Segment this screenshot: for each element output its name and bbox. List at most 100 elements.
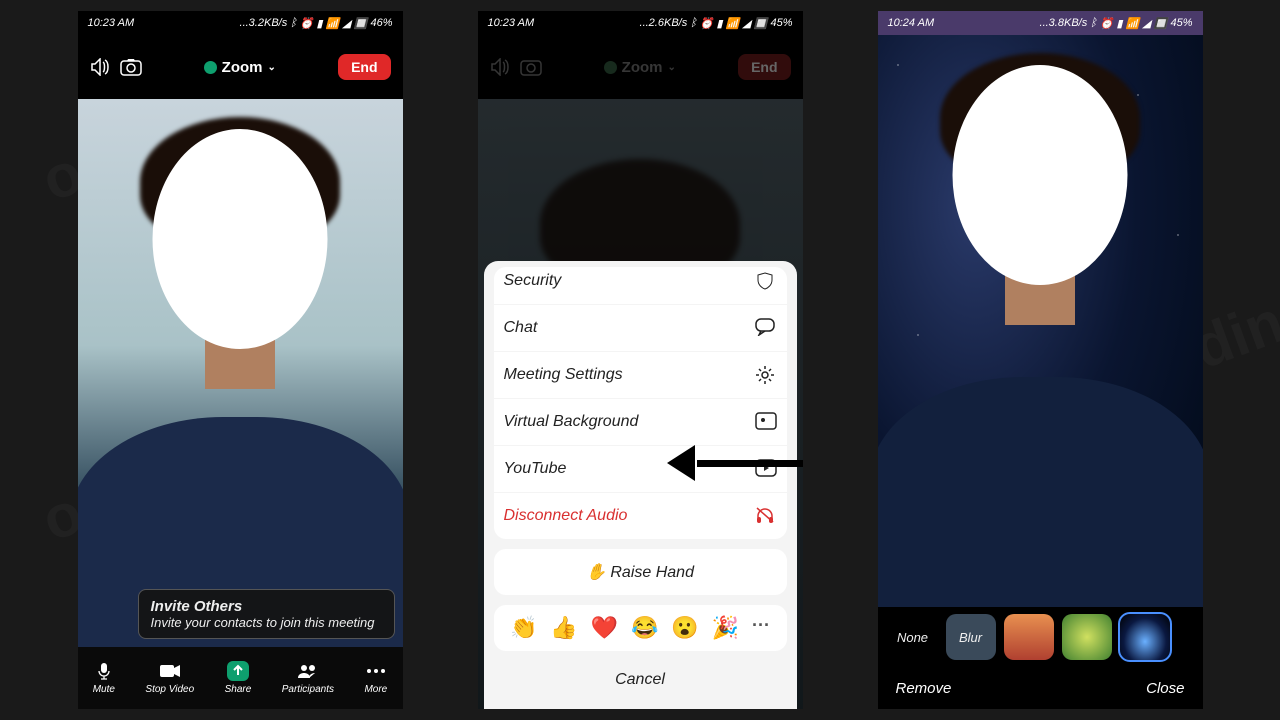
invite-title: Invite Others: [151, 598, 382, 615]
cancel-button[interactable]: Cancel: [494, 659, 787, 701]
remove-button[interactable]: Remove: [896, 680, 952, 697]
wifi-icon: ◢: [1142, 17, 1150, 30]
more-button[interactable]: More: [364, 661, 387, 695]
bg-option-blur[interactable]: Blur: [946, 614, 996, 660]
menu-youtube[interactable]: YouTube: [494, 446, 787, 492]
menu-virtual-background[interactable]: Virtual Background: [494, 399, 787, 445]
invite-tooltip[interactable]: Invite Others Invite your contacts to jo…: [138, 589, 395, 639]
network-speed: ...3.2KB/s: [240, 17, 288, 29]
meeting-toolbar: Mute Stop Video Share Participants More: [78, 647, 403, 709]
signal-icon: 📶: [726, 17, 740, 30]
shield-icon: [204, 61, 217, 74]
menu-meeting-settings[interactable]: Meeting Settings: [494, 352, 787, 398]
share-button[interactable]: Share: [225, 661, 252, 695]
wifi-icon: ◢: [742, 17, 750, 30]
screenshot-3: 10:24 AM ...3.8KB/s ᛒ ⏰ ▮ 📶 ◢ 🔲 45% None…: [878, 11, 1203, 709]
battery-percent: 45%: [770, 17, 792, 29]
chat-icon: [755, 318, 777, 338]
bg-option-grass[interactable]: [1062, 614, 1112, 660]
reactions-row: 👏 👍 ❤️ 😂 😮 🎉 ···: [494, 605, 787, 651]
clock: 10:23 AM: [88, 17, 135, 29]
camera-switch-icon: [520, 58, 542, 76]
chevron-down-icon: ⌄: [668, 62, 676, 73]
youtube-icon: [755, 459, 777, 479]
camera-switch-icon[interactable]: [120, 58, 142, 76]
participants-button[interactable]: Participants: [282, 661, 334, 695]
face-redaction: [153, 129, 328, 349]
background-footer: Remove Close: [878, 667, 1203, 709]
wifi-icon: ◢: [342, 17, 350, 30]
shield-check-icon: [755, 271, 777, 291]
battery-icon: 🔲: [1154, 17, 1168, 30]
more-actions-sheet: Security Chat Meeting Settings Virtual B…: [484, 261, 797, 709]
raise-hand-button[interactable]: ✋ Raise Hand: [494, 549, 787, 595]
reaction-clap[interactable]: 👏: [510, 615, 537, 641]
network-speed: ...2.6KB/s: [640, 17, 688, 29]
bg-option-earth[interactable]: [1120, 614, 1170, 660]
screenshot-1: 10:23 AM ...3.2KB/s ᛒ ⏰ ▮ 📶 ◢ 🔲 46% Zoom…: [78, 11, 403, 709]
clock: 10:23 AM: [488, 17, 535, 29]
reaction-laugh[interactable]: 😂: [631, 615, 658, 641]
bluetooth-icon: ᛒ: [290, 17, 297, 29]
speaker-icon[interactable]: [90, 58, 110, 76]
bluetooth-icon: ᛒ: [1090, 17, 1097, 29]
network-speed: ...3.8KB/s: [1040, 17, 1088, 29]
reaction-more[interactable]: ···: [752, 615, 770, 641]
app-name: Zoom: [622, 59, 663, 76]
battery-icon: 🔲: [754, 17, 768, 30]
clock: 10:24 AM: [888, 17, 935, 29]
meeting-top-bar: Zoom ⌄ End: [478, 35, 803, 99]
alarm-icon: ⏰: [300, 17, 314, 30]
end-button: End: [738, 54, 790, 80]
screenshot-2: 10:23 AM ...2.6KB/s ᛒ ⏰ ▮ 📶 ◢ 🔲 45% Zoom…: [478, 11, 803, 709]
more-icon: [365, 661, 387, 681]
battery-percent: 46%: [370, 17, 392, 29]
image-icon: [755, 412, 777, 432]
headphones-off-icon: [755, 506, 777, 526]
signal-icon: 📶: [1126, 17, 1140, 30]
battery-percent: 45%: [1170, 17, 1192, 29]
reaction-heart[interactable]: ❤️: [591, 615, 618, 641]
battery-icon: 🔲: [354, 17, 368, 30]
zoom-dropdown: Zoom ⌄: [604, 59, 676, 76]
status-bar: 10:24 AM ...3.8KB/s ᛒ ⏰ ▮ 📶 ◢ 🔲 45%: [878, 11, 1203, 35]
status-bar: 10:23 AM ...2.6KB/s ᛒ ⏰ ▮ 📶 ◢ 🔲 45%: [478, 11, 803, 35]
reaction-wow[interactable]: 😮: [671, 615, 698, 641]
speaker-icon: [490, 58, 510, 76]
participants-icon: [297, 661, 319, 681]
chevron-down-icon: ⌄: [268, 62, 276, 73]
stop-video-button[interactable]: Stop Video: [145, 661, 194, 695]
menu-security[interactable]: Security: [494, 267, 787, 304]
meeting-top-bar: Zoom ⌄ End: [78, 35, 403, 99]
menu-disconnect-audio[interactable]: Disconnect Audio: [494, 493, 787, 539]
shield-icon: [604, 61, 617, 74]
face-redaction: [953, 65, 1128, 285]
share-icon: [227, 661, 249, 681]
hand-icon: ✋: [586, 564, 606, 581]
reaction-thumbsup[interactable]: 👍: [550, 615, 577, 641]
alarm-icon: ⏰: [1100, 17, 1114, 30]
bg-option-none[interactable]: None: [888, 614, 938, 660]
zoom-dropdown[interactable]: Zoom ⌄: [204, 59, 276, 76]
video-feed-virtual-bg: [878, 35, 1203, 607]
background-options-strip: None Blur: [878, 607, 1203, 667]
bluetooth-icon: ᛒ: [690, 17, 697, 29]
mic-icon: [93, 661, 115, 681]
menu-chat[interactable]: Chat: [494, 305, 787, 351]
signal-icon: ▮: [717, 17, 723, 30]
mute-button[interactable]: Mute: [93, 661, 115, 695]
bg-option-bridge[interactable]: [1004, 614, 1054, 660]
end-button[interactable]: End: [338, 54, 390, 80]
app-name: Zoom: [222, 59, 263, 76]
signal-icon: ▮: [1117, 17, 1123, 30]
signal-icon: 📶: [326, 17, 340, 30]
invite-subtitle: Invite your contacts to join this meetin…: [151, 615, 382, 630]
video-icon: [159, 661, 181, 681]
status-bar: 10:23 AM ...3.2KB/s ᛒ ⏰ ▮ 📶 ◢ 🔲 46%: [78, 11, 403, 35]
video-feed: Invite Others Invite your contacts to jo…: [78, 99, 403, 647]
reaction-party[interactable]: 🎉: [712, 615, 739, 641]
gear-icon: [755, 365, 777, 385]
alarm-icon: ⏰: [700, 17, 714, 30]
signal-icon: ▮: [317, 17, 323, 30]
close-button[interactable]: Close: [1146, 680, 1184, 697]
